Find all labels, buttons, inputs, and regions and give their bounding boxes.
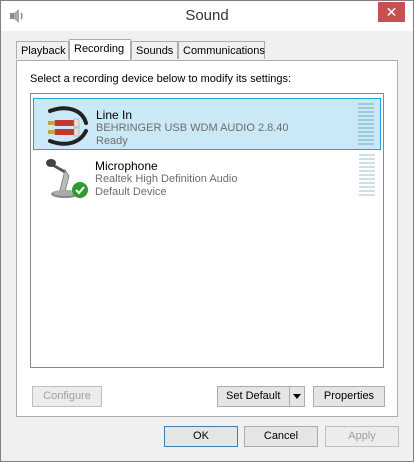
- configure-button[interactable]: Configure: [32, 386, 102, 407]
- set-default-split-button[interactable]: Set Default: [217, 386, 305, 407]
- window-title: Sound: [185, 7, 229, 24]
- sound-dialog: Sound ✕ Playback Recording Sounds Commun…: [0, 0, 414, 462]
- device-name: Microphone: [95, 159, 158, 173]
- device-state: Ready: [96, 135, 128, 147]
- device-item-microphone[interactable]: Microphone Realtek High Definition Audio…: [33, 150, 381, 202]
- device-description: BEHRINGER USB WDM AUDIO 2.8.40: [96, 122, 289, 134]
- microphone-icon: [46, 159, 88, 198]
- title-bar[interactable]: Sound ✕: [1, 1, 413, 31]
- properties-button[interactable]: Properties: [313, 386, 385, 407]
- device-list[interactable]: Line In BEHRINGER USB WDM AUDIO 2.8.40 R…: [30, 93, 384, 368]
- close-button[interactable]: ✕: [378, 2, 405, 22]
- recording-panel: Select a recording device below to modif…: [16, 60, 398, 417]
- device-item-line-in[interactable]: Line In BEHRINGER USB WDM AUDIO 2.8.40 R…: [33, 98, 381, 150]
- device-description: Realtek High Definition Audio: [95, 173, 238, 185]
- device-name: Line In: [96, 108, 133, 122]
- level-meter: [358, 103, 374, 145]
- default-check-icon: [72, 182, 88, 198]
- device-state: Default Device: [95, 186, 167, 198]
- level-meter: [359, 154, 375, 196]
- chevron-down-icon[interactable]: [289, 387, 304, 406]
- ok-button[interactable]: OK: [164, 426, 238, 447]
- tab-communications[interactable]: Communications: [178, 41, 265, 59]
- instruction-text: Select a recording device below to modif…: [30, 73, 292, 85]
- tab-recording[interactable]: Recording: [69, 39, 131, 60]
- tab-playback[interactable]: Playback: [16, 41, 69, 59]
- set-default-label: Set Default: [226, 390, 281, 402]
- line-in-jack-icon: [48, 106, 88, 146]
- tab-sounds[interactable]: Sounds: [131, 41, 178, 59]
- cancel-button[interactable]: Cancel: [244, 426, 318, 447]
- apply-button[interactable]: Apply: [325, 426, 399, 447]
